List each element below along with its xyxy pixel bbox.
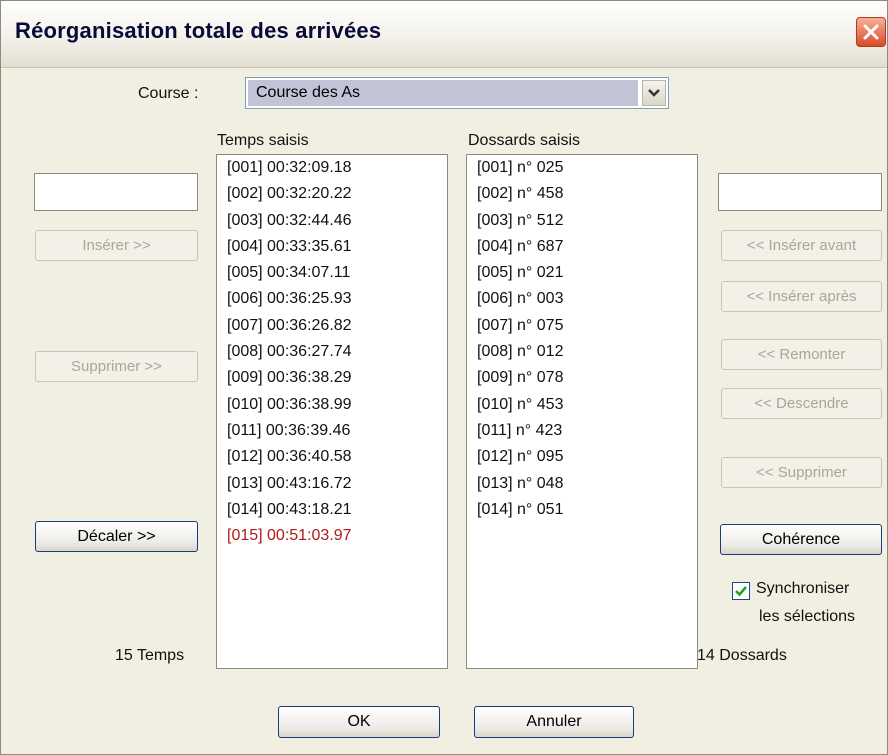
list-item[interactable]: [007] n° 075 [467,313,697,339]
list-item[interactable]: [007] 00:36:26.82 [217,313,447,339]
list-item[interactable]: [008] n° 012 [467,339,697,365]
dossards-listbox[interactable]: [001] n° 025 [002] n° 458 [003] n° 512 [004… [466,154,698,669]
temps-input[interactable] [34,173,198,211]
course-label: Course : [138,85,199,102]
list-item[interactable]: [005] n° 021 [467,260,697,286]
coherence-button[interactable]: Cohérence [720,524,882,555]
annuler-button[interactable]: Annuler [474,706,634,738]
supprimer-dossard-button[interactable]: << Supprimer [721,457,882,488]
sync-label-line1: Synchroniser [756,580,850,597]
descendre-button[interactable]: << Descendre [721,388,882,419]
list-item[interactable]: [014] 00:43:18.21 [217,497,447,523]
list-item[interactable]: [013] n° 048 [467,471,697,497]
list-item[interactable]: [005] 00:34:07.11 [217,260,447,286]
list-item[interactable]: [001] n° 025 [467,155,697,181]
decaler-button[interactable]: Décaler >> [35,521,198,552]
list-item[interactable]: [003] 00:32:44.46 [217,208,447,234]
temps-header: Temps saisis [217,132,309,149]
remonter-button[interactable]: << Remonter [721,339,882,370]
list-item[interactable]: [011] n° 423 [467,418,697,444]
chevron-down-icon [648,89,660,97]
inserer-button[interactable]: Insérer >> [35,230,198,261]
course-select[interactable]: Course des As [245,77,669,109]
dossards-header: Dossards saisis [468,132,581,149]
close-icon [863,24,879,40]
list-item[interactable]: [014] n° 051 [467,497,697,523]
list-item[interactable]: [015] 00:51:03.97 [217,523,447,549]
sync-checkbox[interactable] [732,582,750,600]
list-item[interactable]: [013] 00:43:16.72 [217,471,447,497]
list-item[interactable]: [002] 00:32:20.22 [217,181,447,207]
dossards-count: 14 Dossards [697,647,787,664]
temps-listbox[interactable]: [001] 00:32:09.18 [002] 00:32:20.22 [003] … [216,154,448,669]
list-item[interactable]: [006] 00:36:25.93 [217,286,447,312]
list-item[interactable]: [011] 00:36:39.46 [217,418,447,444]
course-dropdown-button[interactable] [642,80,666,106]
list-item[interactable]: [001] 00:32:09.18 [217,155,447,181]
list-item[interactable]: [008] 00:36:27.74 [217,339,447,365]
inserer-apres-button[interactable]: << Insérer après [721,281,882,312]
list-item[interactable]: [010] 00:36:38.99 [217,392,447,418]
sync-label-line2: les sélections [759,608,856,625]
inserer-avant-button[interactable]: << Insérer avant [721,230,882,261]
list-item[interactable]: [009] 00:36:38.29 [217,365,447,391]
list-item[interactable]: [006] n° 003 [467,286,697,312]
supprimer-temps-button[interactable]: Supprimer >> [35,351,198,382]
list-item[interactable]: [010] n° 453 [467,392,697,418]
course-selected-value: Course des As [248,80,638,106]
dossard-input[interactable] [718,173,882,211]
list-item[interactable]: [004] n° 687 [467,234,697,260]
window-title: Réorganisation totale des arrivées [15,18,382,43]
list-item[interactable]: [002] n° 458 [467,181,697,207]
close-button[interactable] [856,17,886,47]
list-item[interactable]: [012] n° 095 [467,444,697,470]
checkmark-icon [735,586,747,597]
list-item[interactable]: [009] n° 078 [467,365,697,391]
temps-count: 15 Temps [115,647,185,664]
list-item[interactable]: [004] 00:33:35.61 [217,234,447,260]
list-item[interactable]: [003] n° 512 [467,208,697,234]
dialog-window: Réorganisation totale des arrivées Cours… [0,0,888,755]
list-item[interactable]: [012] 00:36:40.58 [217,444,447,470]
ok-button[interactable]: OK [278,706,440,738]
title-bar: Réorganisation totale des arrivées [1,1,887,68]
